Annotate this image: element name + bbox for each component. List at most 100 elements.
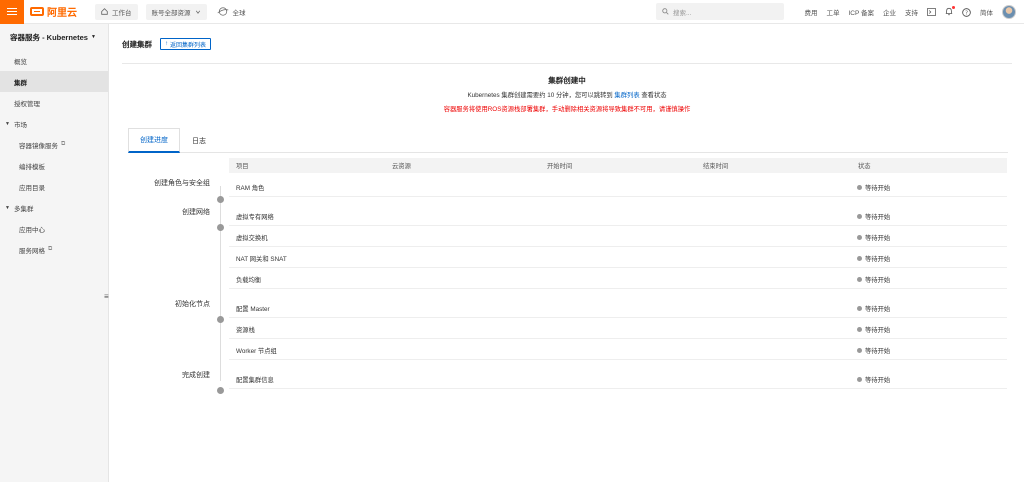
row-status-text: 等待开始 (865, 377, 891, 384)
row-status: 等待开始 (857, 304, 890, 313)
support-link[interactable]: 支持 (905, 7, 918, 17)
top-navigation-bar: 阿里云 工作台 账号全部资源 全球 搜索... 费用 工单 ICP 备案 企业 … (0, 0, 1024, 24)
notification-bell-icon[interactable] (945, 5, 955, 18)
sidebar-item-app-catalog[interactable]: 应用目录 (0, 176, 108, 197)
stage-dot-roles (217, 196, 224, 203)
sidebar-item-authorization[interactable]: 授权管理 (0, 92, 108, 113)
sidebar-item-overview[interactable]: 概览 (0, 50, 108, 71)
row-item: 虚拟专有网络 (236, 214, 274, 221)
status-desc-suffix: 查看状态 (641, 92, 667, 99)
creation-status-description: Kubernetes 集群创建需要约 10 分钟，您可以跳转到 集群列表 查看状… (110, 90, 1024, 99)
row-status: 等待开始 (857, 212, 890, 221)
logo-mark-icon (30, 7, 44, 16)
sidebar-item-label: 容器镜像服务 (19, 142, 58, 150)
ticket-link[interactable]: 工单 (826, 7, 839, 17)
search-input[interactable]: 搜索... (656, 3, 784, 20)
search-placeholder: 搜索... (673, 9, 692, 17)
stage-label-network: 创建网络 (182, 209, 210, 216)
stage-dot-finish (217, 387, 224, 394)
aliyun-logo[interactable]: 阿里云 (30, 0, 77, 24)
status-dot-icon (857, 185, 862, 190)
ros-warning-text: 容器服务将使用ROS资源栈部署集群，手动删除相关资源将导致集群不可用，请谨慎操作 (443, 106, 691, 113)
status-dot-icon (857, 377, 862, 382)
status-dot-icon (857, 277, 862, 282)
search-icon (662, 8, 669, 15)
language-select[interactable]: 简体 (980, 7, 993, 17)
help-icon[interactable]: ? (962, 7, 971, 17)
row-item: Worker 节点组 (236, 348, 277, 355)
enterprise-link[interactable]: 企业 (883, 7, 896, 17)
table-row: 虚拟交换机 等待开始 (229, 226, 1007, 247)
table-row: RAM 角色 等待开始 (229, 176, 1007, 197)
icp-link[interactable]: ICP 备案 (848, 7, 874, 17)
tab-logs[interactable]: 日志 (180, 128, 218, 153)
row-status: 等待开始 (857, 346, 890, 355)
col-header-status: 状态 (858, 163, 871, 170)
region-label: 全球 (232, 9, 246, 17)
tab-creation-progress[interactable]: 创建进度 (128, 128, 180, 153)
sidebar-item-templates[interactable]: 编排模板 (0, 155, 108, 176)
caret-down-icon: ▼ (5, 204, 10, 211)
row-item: 负载均衡 (236, 277, 262, 284)
sidebar-item-clusters[interactable]: 集群 (0, 71, 108, 92)
external-link-icon: ⧉ (61, 141, 66, 147)
table-row: 资源栈 等待开始 (229, 318, 1007, 339)
table-row: 配置集群信息 等待开始 (229, 368, 1007, 389)
table-row: NAT 网关和 SNAT 等待开始 (229, 247, 1007, 268)
row-status: 等待开始 (857, 275, 890, 284)
sidebar-item-app-center[interactable]: 应用中心 (0, 218, 108, 239)
row-status: 等待开始 (857, 325, 890, 334)
status-dot-icon (857, 327, 862, 332)
sidebar-group-market[interactable]: ▼ 市场 (0, 113, 108, 134)
col-header-item: 项目 (236, 163, 249, 170)
top-right-links: 费用 工单 ICP 备案 企业 支持 ? 简体 (804, 0, 1016, 24)
col-header-start-time: 开始时间 (547, 163, 573, 170)
row-status-text: 等待开始 (865, 214, 891, 221)
creation-status-title: 集群创建中 (548, 76, 586, 85)
table-row: Worker 节点组 等待开始 (229, 339, 1007, 360)
progress-table-header: 项目 云资源 开始时间 结束时间 状态 (229, 158, 1007, 173)
progress-timeline (220, 186, 221, 381)
sidebar-item-container-registry[interactable]: 容器镜像服务 ⧉ (0, 134, 108, 155)
status-dot-icon (857, 256, 862, 261)
account-scope-select[interactable]: 账号全部资源 (145, 3, 207, 20)
workbench-button[interactable]: 工作台 (95, 3, 138, 20)
stage-label-nodes: 初始化节点 (175, 301, 210, 308)
caret-down-icon: ▼ (5, 120, 10, 127)
table-row: 配置 Master 等待开始 (229, 297, 1007, 318)
sidebar-item-service-mesh[interactable]: 服务网格 ⧉ (0, 239, 108, 260)
table-row: 负载均衡 等待开始 (229, 268, 1007, 289)
row-status: 等待开始 (857, 254, 890, 263)
chevron-down-icon (195, 10, 200, 14)
terminal-icon[interactable] (927, 8, 936, 16)
svg-text:?: ? (965, 10, 968, 16)
status-dot-icon (857, 306, 862, 311)
row-status: 等待开始 (857, 183, 890, 192)
caret-down-icon: ▼ (90, 34, 96, 40)
cluster-list-link[interactable]: 集群列表 (614, 92, 639, 99)
sidebar-group-multicluster[interactable]: ▼ 多集群 (0, 197, 108, 218)
sidebar-item-label: 服务网格 (19, 247, 45, 255)
row-status: 等待开始 (857, 375, 890, 384)
row-status-text: 等待开始 (865, 348, 891, 355)
back-to-cluster-list-button[interactable]: ↑ 返回集群列表 (160, 38, 212, 50)
account-scope-label: 账号全部资源 (151, 9, 191, 17)
row-item: 配置集群信息 (236, 377, 274, 384)
row-status-text: 等待开始 (865, 185, 891, 192)
user-avatar[interactable] (1002, 5, 1016, 19)
row-status-text: 等待开始 (865, 327, 891, 334)
stage-label-finish: 完成创建 (182, 372, 210, 379)
hamburger-menu-icon[interactable] (0, 0, 24, 24)
row-status-text: 等待开始 (865, 306, 891, 313)
sidebar: 容器服务 - Kubernetes ▼ 概览 集群 授权管理 ▼ 市场 容器镜像… (0, 24, 109, 482)
product-switcher[interactable]: 容器服务 - Kubernetes ▼ (0, 24, 108, 50)
sidebar-item-label: 应用中心 (19, 226, 45, 234)
row-status-text: 等待开始 (865, 277, 891, 284)
arrow-up-icon: ↑ (165, 41, 168, 47)
row-item: RAM 角色 (236, 185, 265, 192)
stage-dot-nodes (217, 316, 224, 323)
sidebar-group-label: 多集群 (13, 205, 34, 213)
region-select[interactable]: 全球 (217, 7, 246, 17)
sidebar-group-label: 市场 (13, 121, 27, 129)
fees-link[interactable]: 费用 (804, 7, 817, 17)
